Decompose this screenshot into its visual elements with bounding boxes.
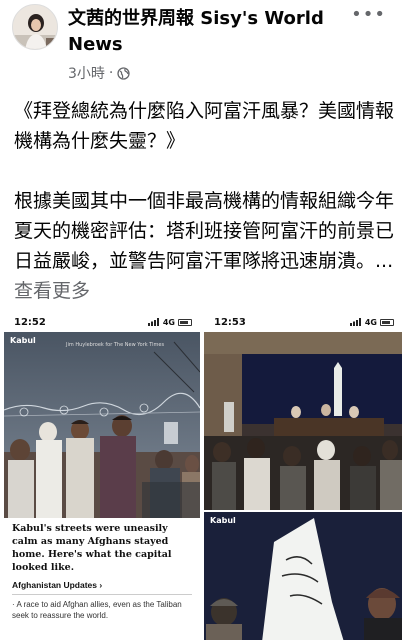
see-more-link[interactable]: 查看更多 — [14, 280, 90, 302]
photo-location-label: Kabul — [210, 516, 236, 525]
post-body: 根據美國其中一個非最高機構的情報組織今年夏天的機密評估：塔利班接管阿富汗的前景已… — [14, 186, 396, 306]
status-bar: 12:52 4G — [4, 312, 200, 332]
status-icons: 4G — [349, 317, 394, 327]
photo-credit: Jim Huylebroek for The New York Times — [66, 342, 165, 348]
post-meta: 3小時 · — [68, 63, 131, 83]
signal-icon — [349, 318, 361, 326]
network-label: 4G — [162, 317, 175, 327]
battery-icon — [178, 318, 192, 326]
caption-divider — [12, 594, 192, 595]
post-time[interactable]: 3小時 — [68, 63, 105, 83]
article-caption: Kabul's streets were uneasily calm as ma… — [4, 518, 200, 621]
taliban-flag-photo: Kabul — [204, 512, 402, 640]
update-item[interactable]: · A race to aid Afghan allies, even as t… — [12, 599, 192, 621]
news-photo: Kabul Jim Huylebroek for The New York Ti… — [4, 332, 200, 518]
post-text: 《拜登總統為什麼陷入阿富汗風暴？美國情報機構為什麼失靈？》 根據美國其中一個非最… — [14, 96, 396, 306]
page-name[interactable]: 文茜的世界周報 Sisy's World News — [68, 6, 358, 58]
photo-location-label: Kabul — [10, 336, 36, 345]
page-avatar[interactable] — [12, 4, 58, 50]
more-options-button[interactable]: ••• — [351, 4, 386, 25]
network-label: 4G — [364, 317, 377, 327]
avatar-image — [13, 5, 57, 49]
post-header: 文茜的世界周報 Sisy's World News 3小時 · ••• — [0, 0, 404, 86]
caption-title[interactable]: Kabul's streets were uneasily calm as ma… — [12, 522, 192, 574]
globe-icon — [117, 66, 131, 80]
media-screenshot-right[interactable]: 12:53 4G Kabul — [204, 312, 402, 640]
status-time: 12:53 — [214, 316, 246, 328]
meta-separator: · — [108, 65, 114, 81]
signal-icon — [147, 318, 159, 326]
status-icons: 4G — [147, 317, 192, 327]
flag-image — [204, 512, 402, 640]
crowd-photo — [4, 332, 200, 518]
media-screenshot-left[interactable]: 12:52 4G Kabul Jim Huylebroek for The Ne… — [4, 312, 200, 640]
updates-title[interactable]: Afghanistan Updates › — [12, 580, 192, 590]
press-conference-photo — [204, 332, 402, 510]
status-time: 12:52 — [14, 316, 46, 328]
post-body-text: 根據美國其中一個非最高機構的情報組織今年夏天的機密評估：塔利班接管阿富汗的前景已… — [14, 190, 395, 272]
post-headline: 《拜登總統為什麼陷入阿富汗風暴？美國情報機構為什麼失靈？》 — [14, 100, 395, 152]
status-bar: 12:53 4G — [204, 312, 402, 332]
press-room-image — [204, 332, 402, 510]
battery-icon — [380, 318, 394, 326]
